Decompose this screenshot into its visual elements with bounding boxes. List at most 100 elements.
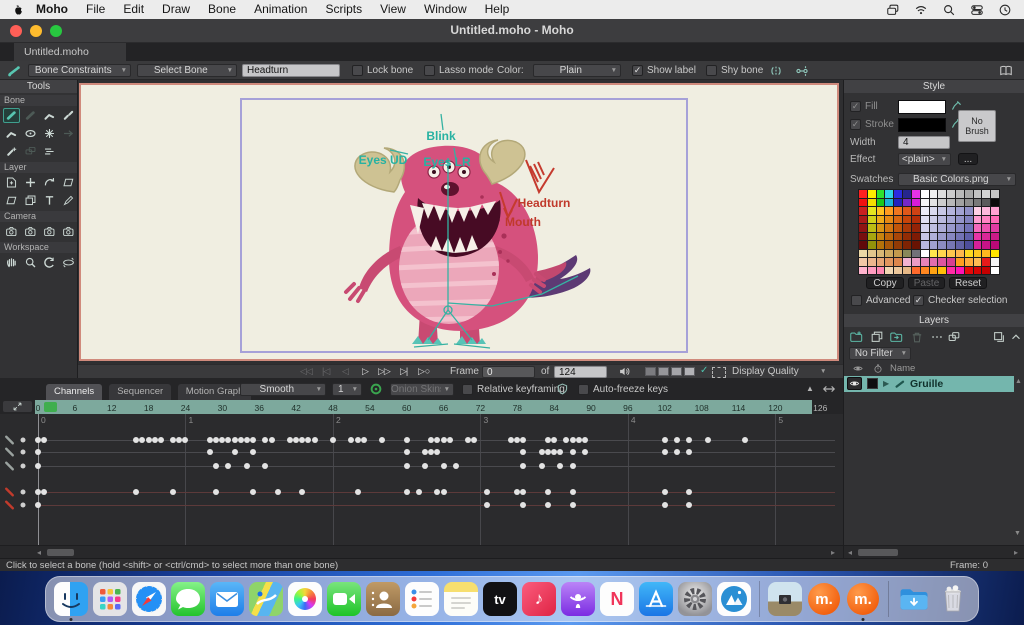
color-swatch[interactable] xyxy=(964,190,973,198)
quality-preset-4[interactable] xyxy=(684,367,695,376)
color-swatch[interactable] xyxy=(955,249,964,257)
keyframe-dot[interactable] xyxy=(348,437,355,443)
color-swatch[interactable] xyxy=(911,232,920,240)
color-swatch[interactable] xyxy=(929,207,938,215)
color-swatch[interactable] xyxy=(867,198,876,206)
eyedropper-tool[interactable] xyxy=(60,193,77,208)
color-swatch[interactable] xyxy=(885,190,894,198)
effect-dropdown[interactable]: <plain> ▼ xyxy=(898,153,951,166)
color-swatch[interactable] xyxy=(991,198,999,206)
color-swatch[interactable] xyxy=(938,232,947,240)
color-swatch[interactable] xyxy=(973,215,982,223)
keyframe-dot[interactable] xyxy=(213,489,220,495)
color-swatch[interactable] xyxy=(929,198,938,206)
bind-points-tool[interactable] xyxy=(41,126,58,141)
color-swatch[interactable] xyxy=(982,249,991,257)
keyframe-dot[interactable] xyxy=(403,437,410,443)
scrollbar-thumb[interactable] xyxy=(858,549,898,556)
keyframe-dot[interactable] xyxy=(569,449,576,455)
color-swatch[interactable] xyxy=(894,266,903,274)
scroll-left-icon[interactable]: ◂ xyxy=(37,547,41,558)
color-swatch[interactable] xyxy=(947,258,955,266)
color-swatch[interactable] xyxy=(920,224,929,232)
color-swatch[interactable] xyxy=(876,190,885,198)
keyframe-dot[interactable] xyxy=(422,449,429,455)
keyframe-dot[interactable] xyxy=(231,449,238,455)
keyframe-dot[interactable] xyxy=(182,437,189,443)
interp-steps-dropdown[interactable]: 1 ▼ xyxy=(332,383,362,396)
color-swatch[interactable] xyxy=(894,198,903,206)
quality-check-icon[interactable]: ✓ xyxy=(700,365,708,376)
keyframe-dot[interactable] xyxy=(741,437,748,443)
keyframe-dot[interactable] xyxy=(305,437,312,443)
color-swatch[interactable] xyxy=(955,241,964,249)
color-swatch[interactable] xyxy=(964,266,973,274)
dock-trash-icon[interactable] xyxy=(936,582,970,616)
flexi-binding-tool[interactable] xyxy=(22,144,39,159)
fast-forward-button[interactable]: ▷▷ xyxy=(378,365,391,378)
color-swatch[interactable] xyxy=(867,207,876,215)
keyframe-dot[interactable] xyxy=(225,437,232,443)
menu-edit[interactable]: Edit xyxy=(114,0,153,19)
text-tool[interactable] xyxy=(41,193,58,208)
menu-view[interactable]: View xyxy=(371,0,415,19)
color-swatch[interactable] xyxy=(903,224,911,232)
keyframe-dot[interactable] xyxy=(569,489,576,495)
keyframe-dot[interactable] xyxy=(243,437,250,443)
color-swatch[interactable] xyxy=(859,241,867,249)
color-swatch[interactable] xyxy=(938,258,947,266)
color-swatch[interactable] xyxy=(885,249,894,257)
dock-finder-icon[interactable] xyxy=(54,582,88,621)
keyframe-dot[interactable] xyxy=(452,463,459,469)
delete-layer-icon[interactable] xyxy=(910,330,924,344)
keyframe-dot[interactable] xyxy=(563,437,570,443)
color-swatch[interactable] xyxy=(955,207,964,215)
relative-keyframing-checkbox[interactable]: Relative keyframing xyxy=(462,383,565,396)
layers-scroll-up-icon[interactable]: ▲ xyxy=(1015,378,1022,385)
keyframe-dot[interactable] xyxy=(329,437,336,443)
keyframe-dot[interactable] xyxy=(569,437,576,443)
color-swatch[interactable] xyxy=(894,190,903,198)
menu-draw[interactable]: Draw xyxy=(153,0,199,19)
scroll-left-icon[interactable]: ◂ xyxy=(848,547,852,558)
keyframe-dot[interactable] xyxy=(379,437,386,443)
keyframe-dot[interactable] xyxy=(354,437,361,443)
keyframe-dot[interactable] xyxy=(213,437,220,443)
color-swatch[interactable] xyxy=(991,232,999,240)
keyframe-area[interactable]: 0 1 2 3 4 5 xyxy=(0,414,843,545)
wifi-icon[interactable] xyxy=(914,3,928,17)
keyframe-dot[interactable] xyxy=(545,489,552,495)
color-swatch[interactable] xyxy=(911,266,920,274)
color-swatch[interactable] xyxy=(903,258,911,266)
keyframe-dot[interactable] xyxy=(508,437,515,443)
color-swatch[interactable] xyxy=(920,207,929,215)
color-swatch[interactable] xyxy=(991,190,999,198)
color-swatch[interactable] xyxy=(929,215,938,223)
color-swatch[interactable] xyxy=(938,198,947,206)
color-swatch[interactable] xyxy=(903,198,911,206)
layer-visibility-toggle[interactable] xyxy=(847,377,862,390)
keyframe-dot[interactable] xyxy=(176,437,183,443)
dock-facetime-icon[interactable] xyxy=(327,582,361,616)
fill-color-swatch[interactable] xyxy=(898,100,946,114)
color-swatch[interactable] xyxy=(973,241,982,249)
color-swatch[interactable] xyxy=(938,190,947,198)
color-swatch[interactable] xyxy=(955,215,964,223)
paste-style-button[interactable]: Paste xyxy=(908,277,945,289)
lock-bone-checkbox[interactable]: Lock bone xyxy=(352,64,413,77)
keyframe-dot[interactable] xyxy=(35,489,41,495)
show-label-checkbox[interactable]: ✓ Show label xyxy=(632,64,696,77)
keyframe-dot[interactable] xyxy=(35,437,41,443)
color-swatch[interactable] xyxy=(982,266,991,274)
bone-constraints-dropdown[interactable]: Bone Constraints ▼ xyxy=(28,64,131,77)
layers-h-scrollbar[interactable]: ◂ ▸ xyxy=(844,545,1024,558)
color-swatch[interactable] xyxy=(973,224,982,232)
color-swatch[interactable] xyxy=(920,190,929,198)
keyframe-dot[interactable] xyxy=(299,489,306,495)
bind-layer-tool[interactable] xyxy=(22,126,39,141)
cycle-icon[interactable] xyxy=(369,382,383,401)
pan-workspace-tool[interactable] xyxy=(3,255,20,270)
keyframe-dot[interactable] xyxy=(569,502,576,508)
color-swatch[interactable] xyxy=(938,266,947,274)
keyframe-dot[interactable] xyxy=(551,437,558,443)
